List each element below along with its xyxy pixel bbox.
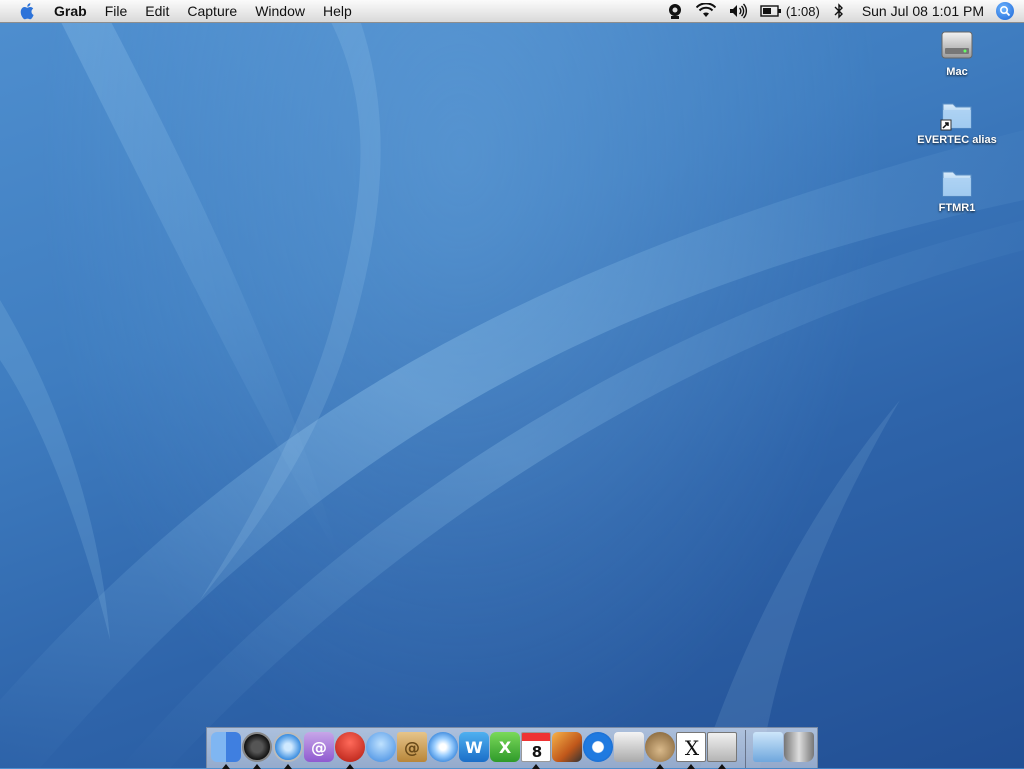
ical-icon[interactable]: 8 bbox=[521, 732, 551, 762]
apple-menu-icon[interactable] bbox=[14, 0, 42, 22]
x11-icon[interactable]: X bbox=[676, 732, 706, 762]
running-indicator bbox=[253, 764, 261, 769]
running-indicator bbox=[284, 764, 292, 769]
desktop-icon-label: FTMR1 bbox=[938, 202, 976, 214]
mail-icon[interactable]: @ bbox=[304, 732, 334, 762]
quicktime-icon[interactable] bbox=[583, 732, 613, 762]
menu-help[interactable]: Help bbox=[314, 0, 361, 22]
running-indicator bbox=[656, 764, 664, 769]
menu-edit[interactable]: Edit bbox=[136, 0, 178, 22]
ichat-icon[interactable] bbox=[366, 732, 396, 762]
running-indicator bbox=[687, 764, 695, 769]
trash-icon[interactable] bbox=[784, 732, 814, 762]
menu-window[interactable]: Window bbox=[246, 0, 314, 22]
menubar-clock[interactable]: Sun Jul 08 1:01 PM bbox=[852, 3, 996, 19]
battery-status[interactable]: (1:08) bbox=[754, 0, 826, 22]
safari-icon[interactable] bbox=[273, 732, 303, 762]
spotlight-icon[interactable] bbox=[996, 2, 1014, 20]
battery-time: (1:08) bbox=[785, 3, 820, 19]
wifi-icon[interactable] bbox=[690, 0, 722, 22]
x11-letter: X bbox=[684, 736, 700, 760]
grab-icon[interactable] bbox=[707, 732, 737, 762]
desktop-icon-mac[interactable]: Mac bbox=[912, 28, 1002, 78]
hard-drive-icon bbox=[937, 28, 977, 64]
adium-icon[interactable] bbox=[335, 732, 365, 762]
gimp-icon[interactable] bbox=[645, 732, 675, 762]
webcam-icon[interactable] bbox=[660, 0, 690, 22]
app-menu-grab[interactable]: Grab bbox=[50, 0, 96, 22]
dashboard-icon[interactable] bbox=[242, 732, 272, 762]
desktop-icon-ftmr1[interactable]: FTMR1 bbox=[912, 164, 1002, 214]
dock: @ @ W X 8 X bbox=[206, 727, 818, 769]
word-icon[interactable]: W bbox=[459, 732, 489, 762]
iphoto-icon[interactable] bbox=[552, 732, 582, 762]
running-indicator bbox=[346, 764, 354, 769]
dock-separator bbox=[745, 730, 746, 768]
bluetooth-icon[interactable] bbox=[826, 0, 852, 22]
folder-alias-icon bbox=[937, 96, 977, 132]
battery-icon bbox=[760, 5, 781, 17]
applications-folder-icon[interactable] bbox=[753, 732, 783, 762]
itunes-icon[interactable] bbox=[428, 732, 458, 762]
running-indicator bbox=[532, 764, 540, 769]
address-book-icon[interactable]: @ bbox=[397, 732, 427, 762]
desktop-icon-label: Mac bbox=[946, 66, 968, 78]
desktop-icon-label: EVERTEC alias bbox=[917, 134, 997, 146]
menu-capture[interactable]: Capture bbox=[178, 0, 246, 22]
folder-icon bbox=[937, 164, 977, 200]
menu-bar: Grab File Edit Capture Window Help (1:08… bbox=[0, 0, 1024, 23]
running-indicator bbox=[718, 764, 726, 769]
volume-icon[interactable] bbox=[722, 0, 754, 22]
desktop-icon-evertec-alias[interactable]: EVERTEC alias bbox=[912, 96, 1002, 146]
running-indicator bbox=[222, 764, 230, 769]
excel-icon[interactable]: X bbox=[490, 732, 520, 762]
finder-icon[interactable] bbox=[211, 732, 241, 762]
system-preferences-icon[interactable] bbox=[614, 732, 644, 762]
menu-file[interactable]: File bbox=[96, 0, 137, 22]
ical-date: 8 bbox=[531, 743, 543, 761]
desktop-wallpaper bbox=[0, 20, 1024, 768]
